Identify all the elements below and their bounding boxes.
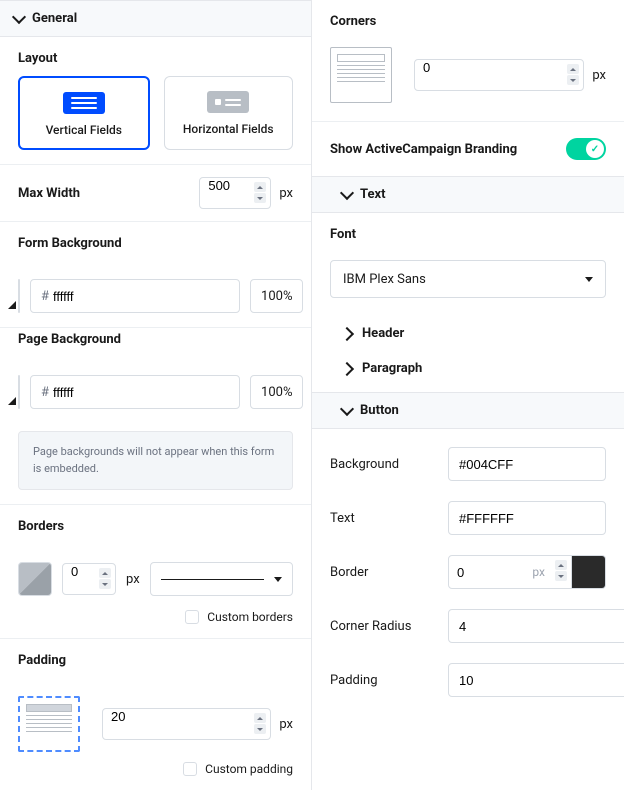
layout-label: Layout [18, 51, 293, 66]
btn-bg-field[interactable] [448, 447, 606, 481]
layout-horizontal[interactable]: Horizontal Fields [164, 76, 294, 150]
section-general[interactable]: General [0, 0, 311, 37]
borders-label: Borders [18, 519, 293, 534]
vertical-icon [63, 92, 105, 114]
font-select[interactable]: IBM Plex Sans [330, 260, 606, 298]
caret-down-icon [585, 277, 593, 282]
maxwidth-unit: px [279, 186, 293, 201]
btn-border-swatch[interactable] [572, 555, 606, 589]
section-title: General [32, 11, 77, 26]
btn-radius-label: Corner Radius [330, 619, 440, 634]
btn-bg-label: Background [330, 457, 440, 472]
pagebg-swatch[interactable] [18, 375, 20, 409]
stepper-up-icon[interactable] [254, 713, 266, 723]
section-text[interactable]: Text [312, 176, 624, 213]
chevron-down-icon [340, 185, 354, 199]
btn-text-field[interactable] [448, 501, 606, 535]
padding-label: Padding [18, 653, 293, 668]
horizontal-icon [207, 91, 249, 113]
stepper-down-icon[interactable] [555, 571, 567, 581]
maxwidth-label: Max Width [18, 186, 187, 201]
border-width-input[interactable] [62, 563, 116, 595]
custom-padding-label: Custom padding [205, 762, 293, 776]
corners-input[interactable] [414, 59, 584, 91]
text-header-expand[interactable]: Header [312, 316, 624, 351]
stepper-down-icon[interactable] [254, 193, 266, 203]
padding-preview [18, 696, 80, 752]
chevron-right-icon [340, 361, 354, 375]
section-title: Text [360, 187, 386, 202]
padding-input[interactable] [102, 708, 271, 740]
text-paragraph-expand[interactable]: Paragraph [312, 351, 624, 392]
font-value: IBM Plex Sans [343, 272, 426, 287]
branding-toggle[interactable] [566, 138, 606, 160]
layout-vertical[interactable]: Vertical Fields [18, 76, 150, 150]
custom-borders-label: Custom borders [207, 610, 293, 624]
border-color-swatch[interactable] [18, 562, 52, 596]
custom-padding-checkbox[interactable] [183, 762, 197, 776]
stepper-down-icon[interactable] [254, 724, 266, 734]
pagebg-note: Page backgrounds will not appear when th… [18, 431, 293, 490]
pagebg-hex[interactable]: # [30, 375, 240, 409]
corners-preview [330, 47, 392, 103]
btn-padding-label: Padding [330, 673, 440, 688]
border-style-select[interactable] [150, 562, 293, 596]
font-label: Font [330, 227, 606, 242]
branding-label: Show ActiveCampaign Branding [330, 142, 517, 157]
formbg-label: Form Background [18, 236, 293, 251]
custom-borders-checkbox[interactable] [185, 610, 199, 624]
formbg-opacity[interactable]: 100% [250, 279, 303, 313]
layout-horizontal-label: Horizontal Fields [173, 121, 285, 137]
pagebg-label: Page Background [18, 332, 293, 347]
stepper-up-icon[interactable] [254, 182, 266, 192]
chevron-right-icon [340, 326, 354, 340]
section-button[interactable]: Button [312, 392, 624, 429]
btn-border-input[interactable]: px [448, 555, 572, 589]
btn-radius-input[interactable]: px [448, 609, 624, 643]
chevron-down-icon [12, 9, 26, 23]
stepper-up-icon[interactable] [567, 64, 579, 74]
btn-border-label: Border [330, 565, 440, 580]
btn-text-label: Text [330, 511, 440, 526]
padding-unit: px [279, 717, 293, 732]
maxwidth-input[interactable] [199, 177, 271, 209]
corners-unit: px [592, 68, 606, 83]
section-title: Button [360, 403, 399, 418]
formbg-hex[interactable]: # [30, 279, 240, 313]
border-unit: px [126, 572, 140, 587]
layout-vertical-label: Vertical Fields [28, 122, 140, 138]
btn-padding-input[interactable]: px [448, 663, 624, 697]
chevron-down-icon [340, 401, 354, 415]
formbg-swatch[interactable] [18, 279, 20, 313]
stepper-up-icon[interactable] [99, 568, 111, 578]
stepper-down-icon[interactable] [567, 75, 579, 85]
pagebg-opacity[interactable]: 100% [250, 375, 303, 409]
stepper-up-icon[interactable] [555, 560, 567, 570]
stepper-down-icon[interactable] [99, 579, 111, 589]
corners-label: Corners [330, 14, 606, 29]
